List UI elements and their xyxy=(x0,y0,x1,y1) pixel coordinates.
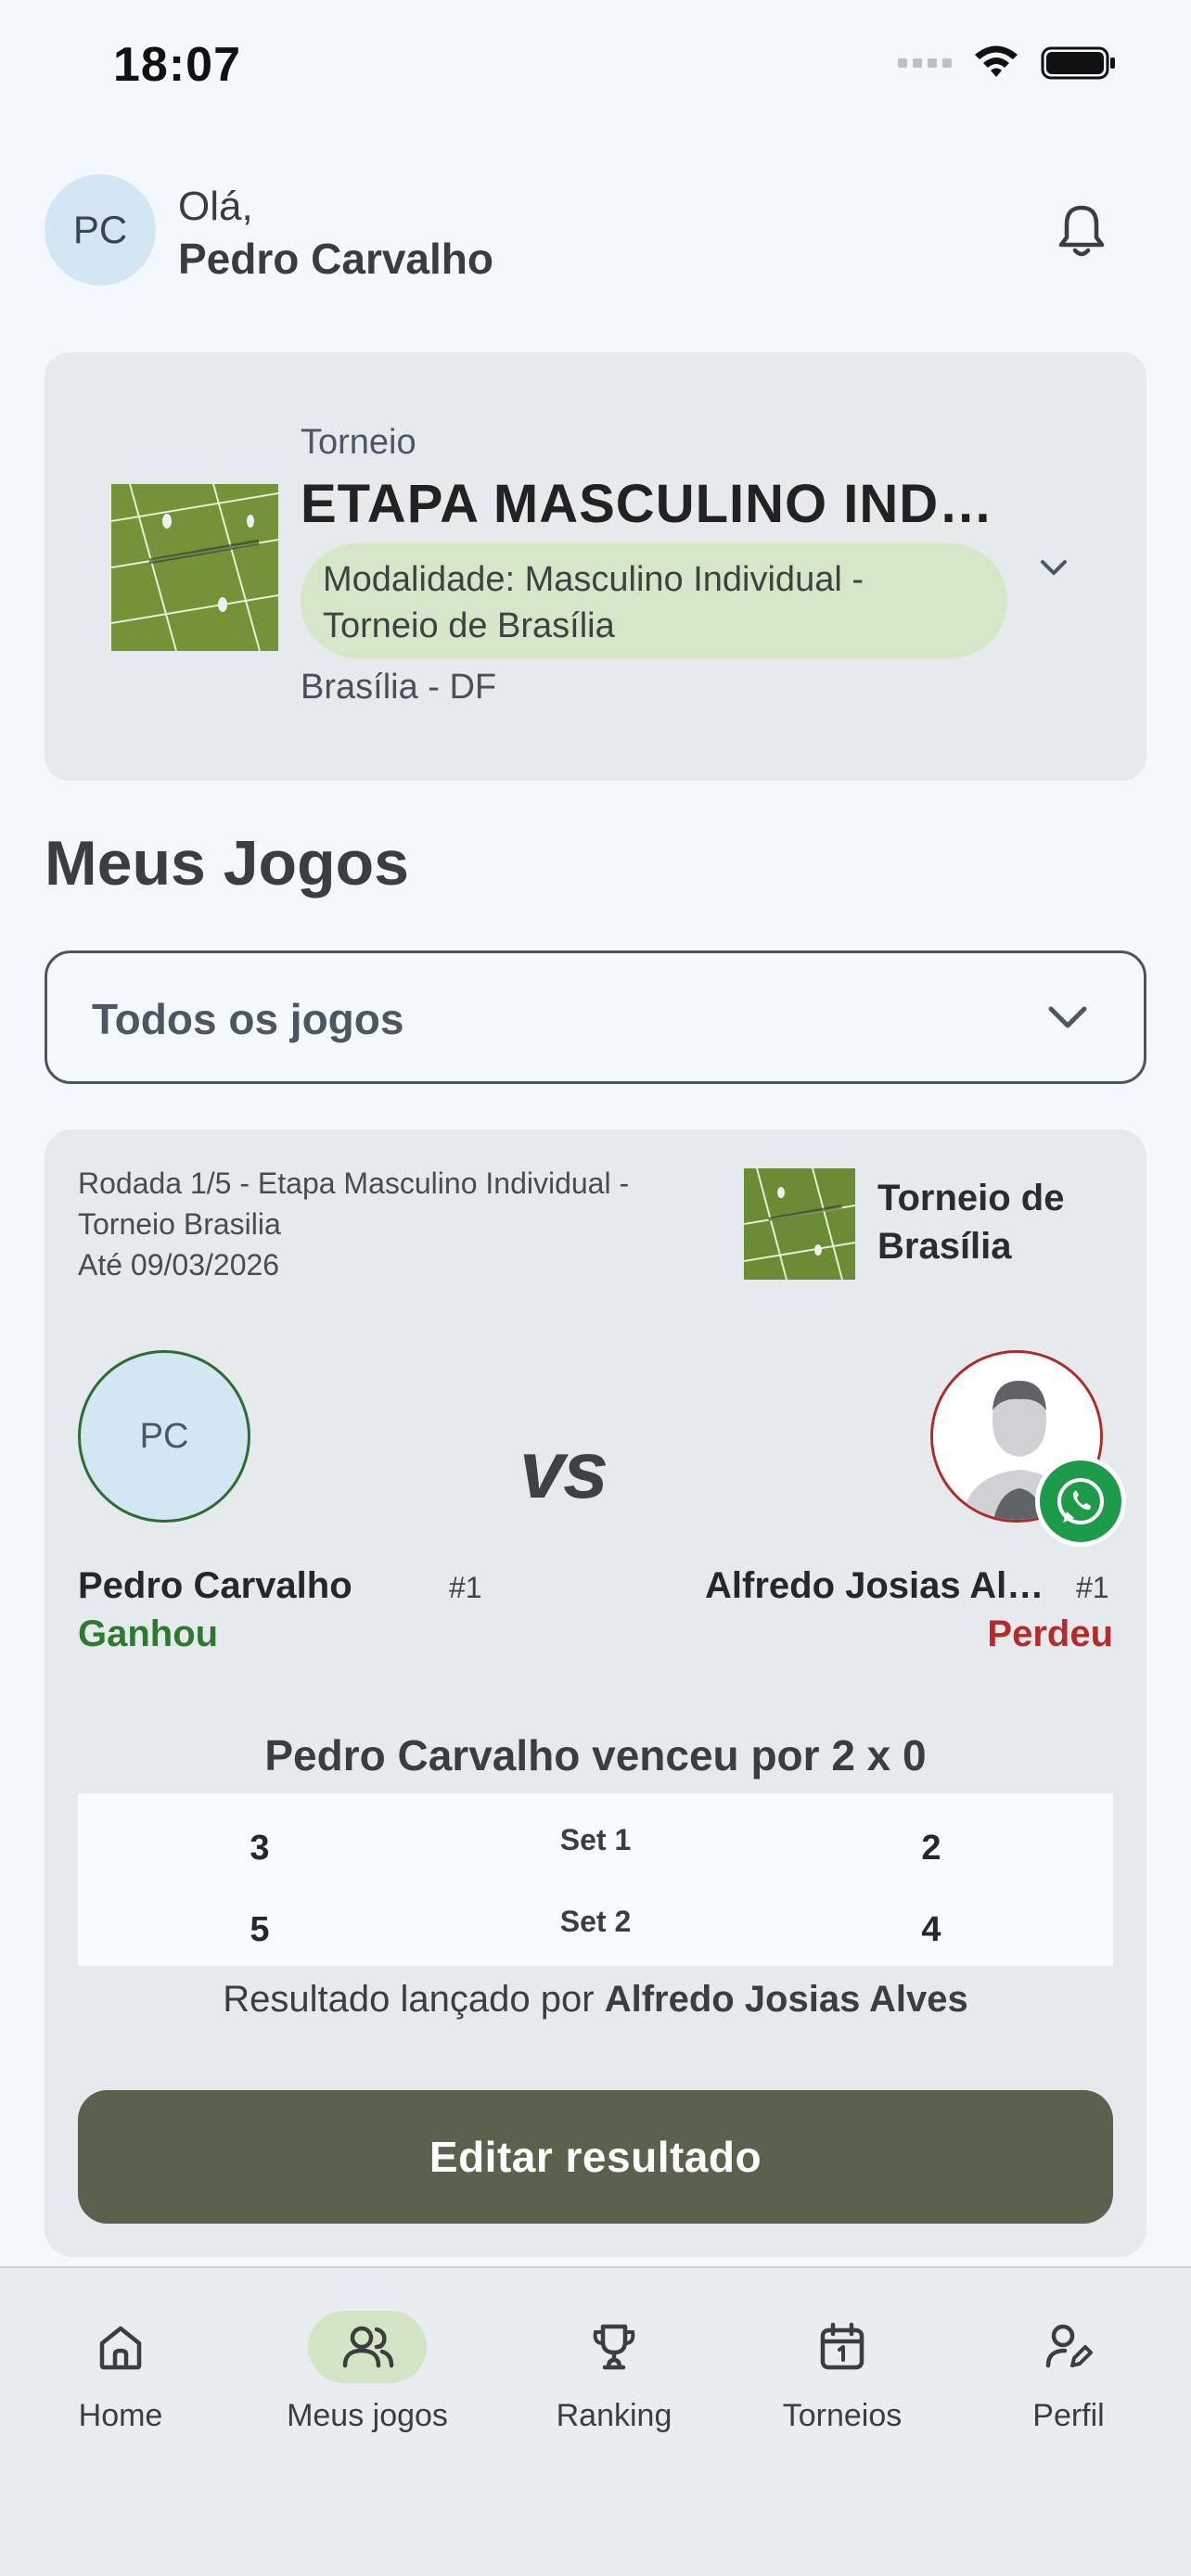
user-edit-icon xyxy=(1045,2324,1093,2368)
score-row: 5 Set 2 4 xyxy=(78,1894,1113,1968)
tab-perfil[interactable]: Perfil xyxy=(967,2311,1171,2441)
set-score-player1: 3 xyxy=(250,1829,270,1868)
posted-by-prefix: Resultado lançado por xyxy=(223,1979,595,2020)
player2-name: Alfredo Josias Alves xyxy=(705,1565,1057,1606)
status-time: 18:07 xyxy=(113,38,241,92)
player1-rank: #1 xyxy=(449,1571,482,1604)
tab-label: Perfil xyxy=(1032,2398,1105,2433)
tab-icon-wrap xyxy=(783,2311,902,2383)
winner-summary: Pedro Carvalho venceu por 2 x 0 xyxy=(264,1731,927,1779)
chevron-down-icon[interactable] xyxy=(1035,549,1072,586)
avatar[interactable]: PC xyxy=(45,174,156,286)
tab-label: Meus jogos xyxy=(287,2398,448,2433)
round-line: Rodada 1/5 - Etapa Masculino Individual … xyxy=(78,1167,630,1200)
tournament-label: Torneio xyxy=(301,423,416,462)
tab-bar: Home Meus jogos Ranking Torneios Perfil xyxy=(0,2266,1191,2576)
tab-icon-wrap xyxy=(1009,2311,1128,2383)
trophy-icon xyxy=(593,2324,635,2370)
header: PC Olá, Pedro Carvalho xyxy=(45,174,1146,287)
tab-label: Ranking xyxy=(556,2398,672,2433)
status-bar: 18:07 xyxy=(0,0,1191,130)
tournament-thumbnail xyxy=(744,1168,855,1280)
player1-name: Pedro Carvalho xyxy=(78,1565,352,1606)
tournament-location: Brasília - DF xyxy=(301,668,497,707)
tab-icon-wrap xyxy=(61,2311,180,2383)
set-label: Set 1 xyxy=(559,1823,632,1856)
player2-result: Perdeu xyxy=(987,1613,1113,1654)
set-score-player2: 4 xyxy=(921,1910,941,1949)
home-icon xyxy=(99,2326,142,2370)
match-deadline: Até 09/03/2026 xyxy=(78,1248,280,1282)
page-title: Meus Jogos xyxy=(45,828,409,899)
tournament-selector-card[interactable]: Torneio ETAPA MASCULINO INDIVIDUAL Modal… xyxy=(45,352,1146,781)
tab-icon-wrap xyxy=(555,2311,673,2383)
tab-torneios[interactable]: Torneios xyxy=(740,2311,944,2441)
status-icons xyxy=(898,45,1117,82)
games-filter-select[interactable]: Todos os jogos xyxy=(45,950,1146,1084)
user-name: Pedro Carvalho xyxy=(178,235,493,283)
set-label: Set 2 xyxy=(559,1905,632,1938)
signal-icon xyxy=(898,58,952,68)
tab-meus-jogos[interactable]: Meus jogos xyxy=(265,2311,469,2441)
result-posted-by: Resultado lançado por Alfredo Josias Alv… xyxy=(45,1979,1146,2021)
match-tournament-name: Torneio de Brasília xyxy=(877,1178,1065,1267)
tournament-thumbnail xyxy=(111,484,278,651)
round-line: Torneio Brasilia xyxy=(78,1207,281,1241)
tab-label: Torneios xyxy=(782,2398,903,2433)
round-info: Rodada 1/5 - Etapa Masculino Individual … xyxy=(78,1163,727,1285)
users-icon xyxy=(342,2326,394,2368)
set-score-player1: 5 xyxy=(250,1910,270,1949)
tab-home[interactable]: Home xyxy=(19,2311,223,2441)
player1-avatar: PC xyxy=(78,1350,250,1523)
calendar-icon xyxy=(820,2322,864,2370)
wifi-icon xyxy=(975,45,1018,77)
tab-label: Home xyxy=(78,2398,163,2433)
posted-by-name: Alfredo Josias Alves xyxy=(604,1979,968,2020)
edit-result-button[interactable]: Editar resultado xyxy=(78,2090,1113,2224)
filter-selected-value: Todos os jogos xyxy=(92,995,404,1043)
player2-rank: #1 xyxy=(1076,1571,1109,1604)
notifications-button[interactable] xyxy=(1054,202,1109,266)
tournament-name: ETAPA MASCULINO INDIVIDUAL xyxy=(301,474,1005,534)
tab-icon-wrap xyxy=(308,2311,427,2383)
tab-ranking[interactable]: Ranking xyxy=(512,2311,716,2441)
score-table: 3 Set 1 2 5 Set 2 4 xyxy=(78,1793,1113,1966)
bell-icon xyxy=(1058,205,1105,257)
whatsapp-icon xyxy=(1057,1477,1104,1525)
match-card: Rodada 1/5 - Etapa Masculino Individual … xyxy=(45,1129,1146,2257)
score-row: 3 Set 1 2 xyxy=(78,1812,1113,1886)
greeting: Olá, xyxy=(178,184,253,229)
battery-icon xyxy=(1041,46,1115,80)
chevron-down-icon xyxy=(1048,1006,1087,1028)
set-score-player2: 2 xyxy=(921,1829,941,1868)
whatsapp-button[interactable] xyxy=(1035,1456,1126,1547)
player1-result: Ganhou xyxy=(78,1613,219,1654)
modality-badge: Modalidade: Masculino Individual - Torne… xyxy=(301,543,1007,658)
vs-label: vs xyxy=(519,1423,608,1515)
